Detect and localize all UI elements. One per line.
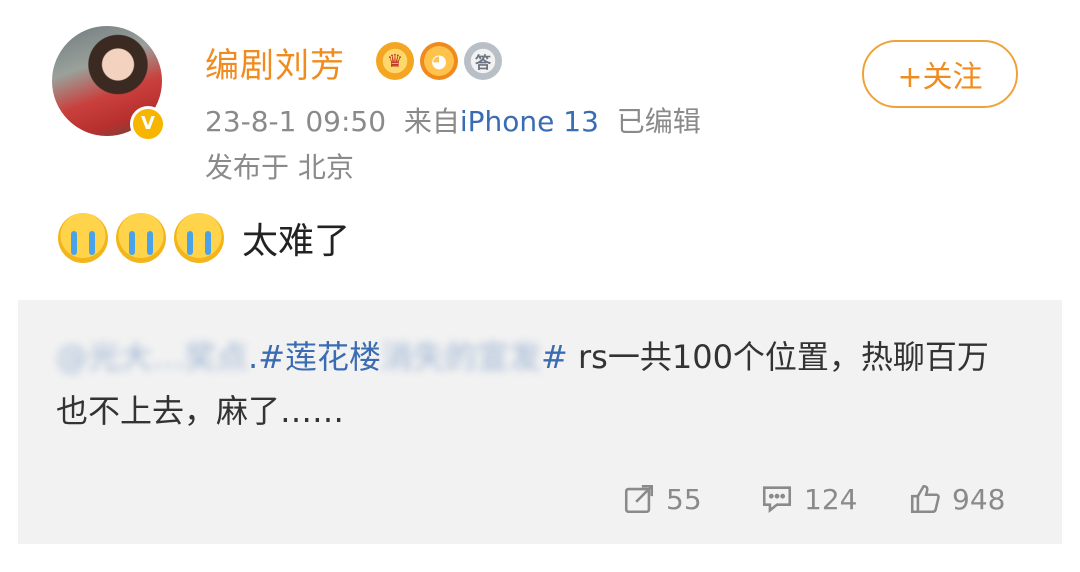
repost-text: @光大…奖点.#莲花楼消失的宣发# rs一共100个位置，热聊百万也不上去，麻了… <box>56 330 1016 438</box>
share-icon <box>624 484 654 514</box>
comment-count: 124 <box>804 482 858 516</box>
crying-emoji-icon <box>58 213 108 263</box>
comment-button[interactable]: 124 <box>760 482 857 516</box>
repost-block[interactable]: @光大…奖点.#莲花楼消失的宣发# rs一共100个位置，热聊百万也不上去，麻了… <box>18 300 1062 544</box>
post-text: 太难了 <box>242 221 351 262</box>
user-badges: ♛ ◕ 答 <box>376 42 502 80</box>
comment-icon <box>762 486 792 513</box>
post-time: 23-8-1 09:50 <box>205 105 387 138</box>
device-link[interactable]: iPhone 13 <box>460 105 599 138</box>
repost-button[interactable]: 55 <box>622 482 702 516</box>
source-prefix: 来自 <box>403 105 460 138</box>
username[interactable]: 编剧刘芳 <box>205 38 345 87</box>
follow-button[interactable]: +关注 <box>862 40 1018 108</box>
crying-emoji-icon <box>174 213 224 263</box>
verified-badge-icon: V <box>130 106 166 142</box>
weibo-post: V 编剧刘芳 ♛ ◕ 答 23-8-1 09:50 来自iPhone 13 已编… <box>0 0 1080 572</box>
repost-mention[interactable]: @光大…奖点 <box>56 338 248 376</box>
crying-emoji-icon <box>116 213 166 263</box>
edited-label[interactable]: 已编辑 <box>617 105 701 138</box>
repost-actions: 55 124 948 <box>18 482 1062 522</box>
post-location: 发布于 北京 <box>205 151 354 184</box>
repost-hashtag-end[interactable]: # <box>541 338 568 376</box>
thumbs-up-icon <box>910 484 940 514</box>
fish-badge-icon[interactable]: ◕ <box>420 42 458 80</box>
like-button[interactable]: 948 <box>908 482 1005 516</box>
like-count: 948 <box>952 482 1006 516</box>
repost-count: 55 <box>666 482 702 516</box>
repost-hashtag-blurred[interactable]: 消失的宣发 <box>381 338 541 376</box>
crown-icon[interactable]: ♛ <box>376 42 414 80</box>
repost-hashtag[interactable]: .#莲花楼 <box>248 338 381 376</box>
post-content: 太难了 <box>58 212 350 264</box>
post-meta: 23-8-1 09:50 来自iPhone 13 已编辑 <box>205 100 701 140</box>
medal-icon[interactable]: 答 <box>464 42 502 80</box>
